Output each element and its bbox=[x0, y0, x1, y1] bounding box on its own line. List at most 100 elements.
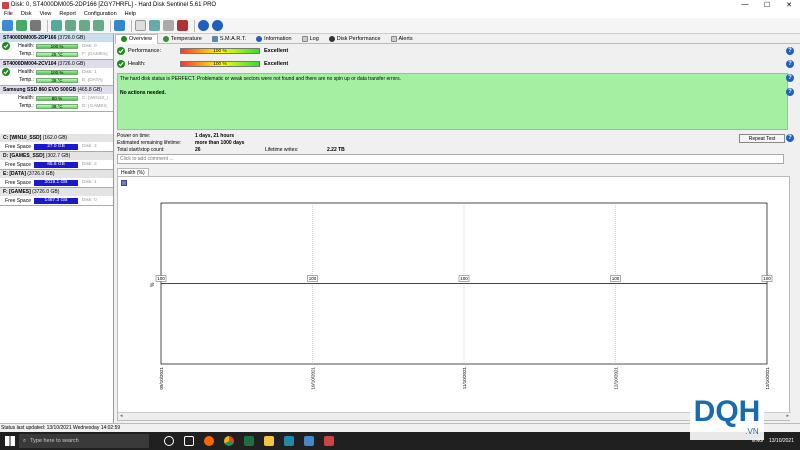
info-icon[interactable] bbox=[212, 20, 223, 31]
app-icon[interactable] bbox=[284, 436, 294, 446]
alert-icon[interactable] bbox=[177, 20, 188, 31]
tab-alerts[interactable]: Alerts bbox=[386, 34, 418, 44]
refresh-icon[interactable] bbox=[2, 20, 13, 31]
taskbar-search[interactable]: ⌕ Type here to search bbox=[19, 434, 149, 448]
test-icon[interactable] bbox=[51, 20, 62, 31]
search-icon: ⌕ bbox=[23, 437, 27, 444]
help-icon[interactable]: ? bbox=[786, 88, 794, 96]
menu-report[interactable]: Report bbox=[55, 11, 80, 17]
menu-help[interactable]: Help bbox=[121, 11, 140, 17]
volume-size: (162.0 GB) bbox=[42, 135, 68, 141]
volume-size: (3726.0 GB) bbox=[27, 171, 55, 177]
menu-configuration[interactable]: Configuration bbox=[80, 11, 121, 17]
info-icon bbox=[256, 35, 263, 42]
tab-smart[interactable]: S.M.A.R.T. bbox=[207, 34, 251, 44]
chrome-icon[interactable] bbox=[224, 436, 234, 446]
temp-label: Temp.: bbox=[18, 103, 34, 109]
disk-name: Samsung SSD 860 EVO 500GB bbox=[3, 87, 77, 93]
settings-icon[interactable] bbox=[163, 20, 174, 31]
svg-text:.VN: .VN bbox=[745, 427, 759, 436]
disk-number: Disk: 1 bbox=[82, 69, 97, 75]
volume-entry[interactable]: D: [GAMES_SSD] (302.7 GB) Free Space 85.6… bbox=[0, 152, 113, 170]
minimize-button[interactable]: — bbox=[734, 1, 756, 9]
window-title: Disk: 0, ST4000DM005-2DP166 [ZGY7HRFL] -… bbox=[11, 2, 217, 8]
send-report-icon[interactable] bbox=[149, 20, 160, 31]
health-label: Health: bbox=[18, 95, 34, 101]
taskbar: ⌕ Type here to search ENG 13/10/2021 bbox=[0, 432, 800, 450]
volume-size: (3726.0 GB) bbox=[32, 189, 60, 195]
task-view-icon[interactable] bbox=[184, 436, 194, 446]
power-on-value: 1 days, 21 hours bbox=[195, 132, 235, 139]
maximize-button[interactable]: ☐ bbox=[756, 1, 778, 9]
volume-name: F: [GAMES] bbox=[3, 189, 31, 195]
startstop-value: 26 bbox=[195, 146, 201, 153]
volume-entry[interactable]: E: [DATA] (3726.0 GB) Free Space 2019.1 G… bbox=[0, 170, 113, 188]
app-icon bbox=[2, 1, 9, 9]
x-tick-label: 09/10/2021 bbox=[159, 367, 164, 390]
help-icon[interactable] bbox=[198, 20, 209, 31]
tab-information[interactable]: Information bbox=[251, 34, 297, 44]
status-bar: Status last updated: 13/10/2021 Wednesda… bbox=[0, 423, 800, 432]
health-bar: 80 % bbox=[36, 95, 78, 101]
log-icon bbox=[301, 35, 308, 42]
check-icon bbox=[121, 36, 127, 42]
help-icon[interactable]: ? bbox=[786, 60, 794, 68]
close-button[interactable]: ✕ bbox=[778, 1, 800, 9]
comment-input[interactable]: Click to add comment ... bbox=[117, 154, 784, 164]
tab-temperature[interactable]: Temperature bbox=[158, 34, 207, 44]
temp-label: Temp.: bbox=[18, 51, 34, 57]
disk-entry[interactable]: ST4000DM005-2DP166 (3726.0 GB) Health: 10… bbox=[0, 34, 113, 60]
free-space-label: Free Space bbox=[5, 197, 31, 204]
repeat-test-button[interactable]: Repeat Test bbox=[739, 134, 785, 143]
hdsentinel-icon[interactable] bbox=[324, 436, 334, 446]
tab-disk-performance[interactable]: Disk Performance bbox=[324, 34, 386, 44]
monitor-icon[interactable] bbox=[30, 20, 41, 31]
menu-disk[interactable]: Disk bbox=[17, 11, 36, 17]
windows-start-icon[interactable] bbox=[5, 436, 15, 446]
free-space-bar: 27.0 GB bbox=[34, 143, 78, 150]
temp-bar: 38 °C bbox=[36, 103, 78, 109]
performance-icon bbox=[328, 35, 335, 42]
y-axis-label: % bbox=[150, 282, 156, 287]
report-icon[interactable] bbox=[135, 20, 146, 31]
help-icon[interactable]: ? bbox=[786, 134, 794, 142]
disk-entry[interactable]: Samsung SSD 860 EVO 500GB (465.8 GB) Hea… bbox=[0, 86, 113, 112]
clock[interactable]: 13/10/2021 bbox=[769, 438, 794, 444]
excel-icon[interactable] bbox=[244, 436, 254, 446]
smart-icon bbox=[211, 35, 218, 42]
help-icon[interactable]: ? bbox=[786, 74, 794, 82]
title-bar: Disk: 0, ST4000DM005-2DP166 [ZGY7HRFL] -… bbox=[0, 0, 800, 10]
menu-view[interactable]: View bbox=[36, 11, 56, 17]
volume-entry[interactable]: F: [GAMES] (3726.0 GB) Free Space 1487.3 … bbox=[0, 188, 113, 206]
app-icon[interactable] bbox=[304, 436, 314, 446]
repair-icon[interactable] bbox=[93, 20, 104, 31]
disk-entry[interactable]: ST4000DM004-2CV104 (3726.0 GB) Health: 10… bbox=[0, 60, 113, 86]
writes-value: 2.22 TB bbox=[327, 146, 345, 153]
disk-icon[interactable] bbox=[16, 20, 27, 31]
volume-name: E: [DATA] bbox=[3, 171, 26, 177]
svg-text:DQH: DQH bbox=[694, 395, 761, 428]
power-on-label: Power on time: bbox=[117, 132, 151, 139]
dqh-logo: DQH .VN bbox=[690, 388, 764, 440]
lifetime-value: more than 1000 days bbox=[195, 139, 245, 146]
tab-log[interactable]: Log bbox=[297, 34, 324, 44]
volume-disk: Disk: 1 bbox=[82, 180, 97, 185]
firefox-icon[interactable] bbox=[204, 436, 214, 446]
performance-row: Performance: 100 % Excellent ? bbox=[115, 45, 800, 57]
x-tick-label: 13/10/2021 bbox=[765, 367, 770, 390]
help-icon[interactable]: ? bbox=[786, 47, 794, 55]
health-label: Health: bbox=[18, 69, 34, 75]
surface-test-icon[interactable] bbox=[65, 20, 76, 31]
cortana-icon[interactable] bbox=[164, 436, 174, 446]
random-test-icon[interactable] bbox=[79, 20, 90, 31]
globe-icon[interactable] bbox=[114, 20, 125, 31]
action-text: No actions needed. bbox=[120, 90, 166, 96]
volume-entry[interactable]: C: [WIN10_SSD] (162.0 GB) Free Space 27.0… bbox=[0, 134, 113, 152]
volume-disk: Disk: 0 bbox=[82, 198, 97, 203]
status-message-box[interactable]: The hard disk status is PERFECT. Problem… bbox=[117, 73, 788, 130]
writes-label: Lifetime writes: bbox=[265, 146, 299, 153]
tab-overview[interactable]: Overview bbox=[115, 33, 158, 44]
menu-file[interactable]: File bbox=[0, 11, 17, 17]
disk-panel: ST4000DM005-2DP166 (3726.0 GB) Health: 10… bbox=[0, 34, 114, 423]
folder-icon[interactable] bbox=[264, 436, 274, 446]
